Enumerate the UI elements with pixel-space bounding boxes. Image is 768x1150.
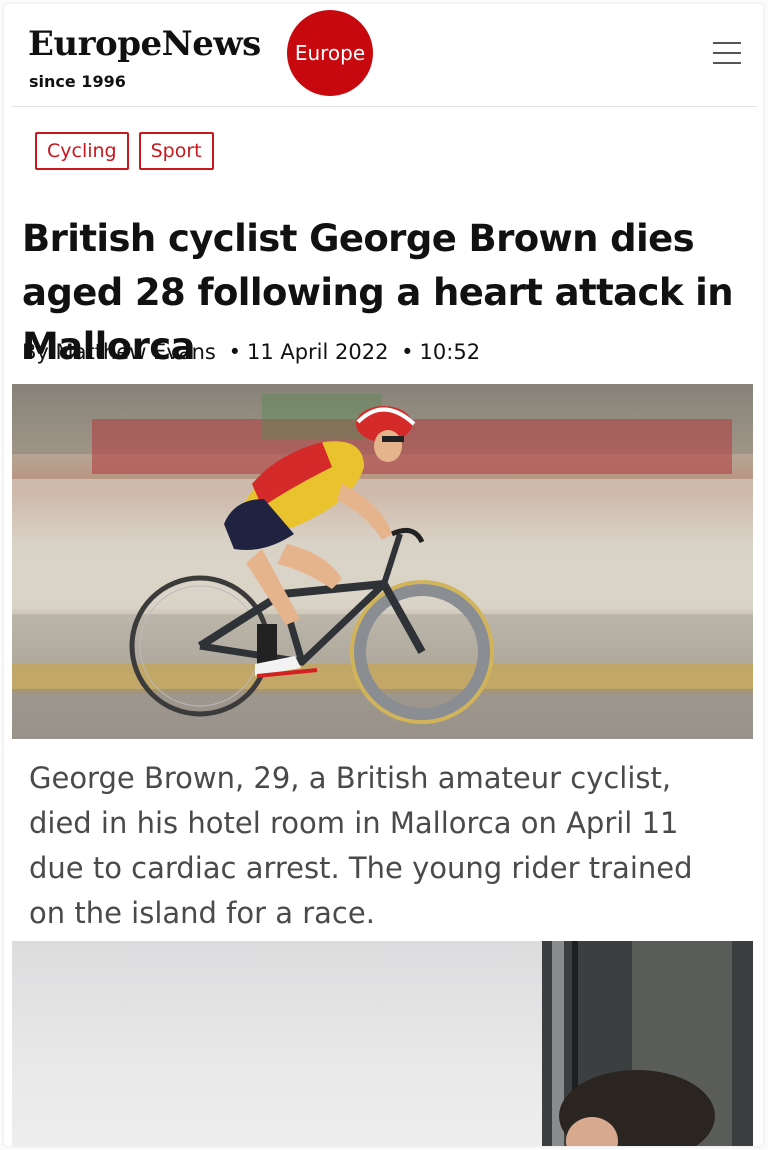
window-person-illustration [542, 941, 753, 1146]
site-header: EuropeNews since 1996 Europe [4, 4, 763, 106]
publish-time: 10:52 [419, 340, 481, 364]
header-divider [12, 106, 757, 107]
article-page: EuropeNews since 1996 Europe Cycling Spo… [4, 4, 763, 1146]
cyclist-illustration [12, 384, 753, 739]
site-logo[interactable]: EuropeNews [28, 24, 261, 64]
region-badge[interactable]: Europe [287, 10, 373, 96]
hamburger-menu-icon[interactable] [713, 42, 741, 66]
tag-cycling[interactable]: Cycling [35, 132, 129, 170]
site-tagline: since 1996 [29, 72, 126, 91]
byline: By Matthew Evans • 11 April 2022 • 10:52 [22, 340, 481, 364]
publish-date: 11 April 2022 [246, 340, 389, 364]
region-badge-label: Europe [294, 41, 366, 65]
article-summary: George Brown, 29, a British amateur cycl… [29, 761, 693, 930]
hero-image-cyclist [12, 384, 753, 739]
author-name[interactable]: By Matthew Evans [22, 340, 216, 364]
tag-list: Cycling Sport [35, 132, 214, 170]
secondary-image [12, 941, 753, 1146]
tag-sport[interactable]: Sport [138, 132, 214, 170]
